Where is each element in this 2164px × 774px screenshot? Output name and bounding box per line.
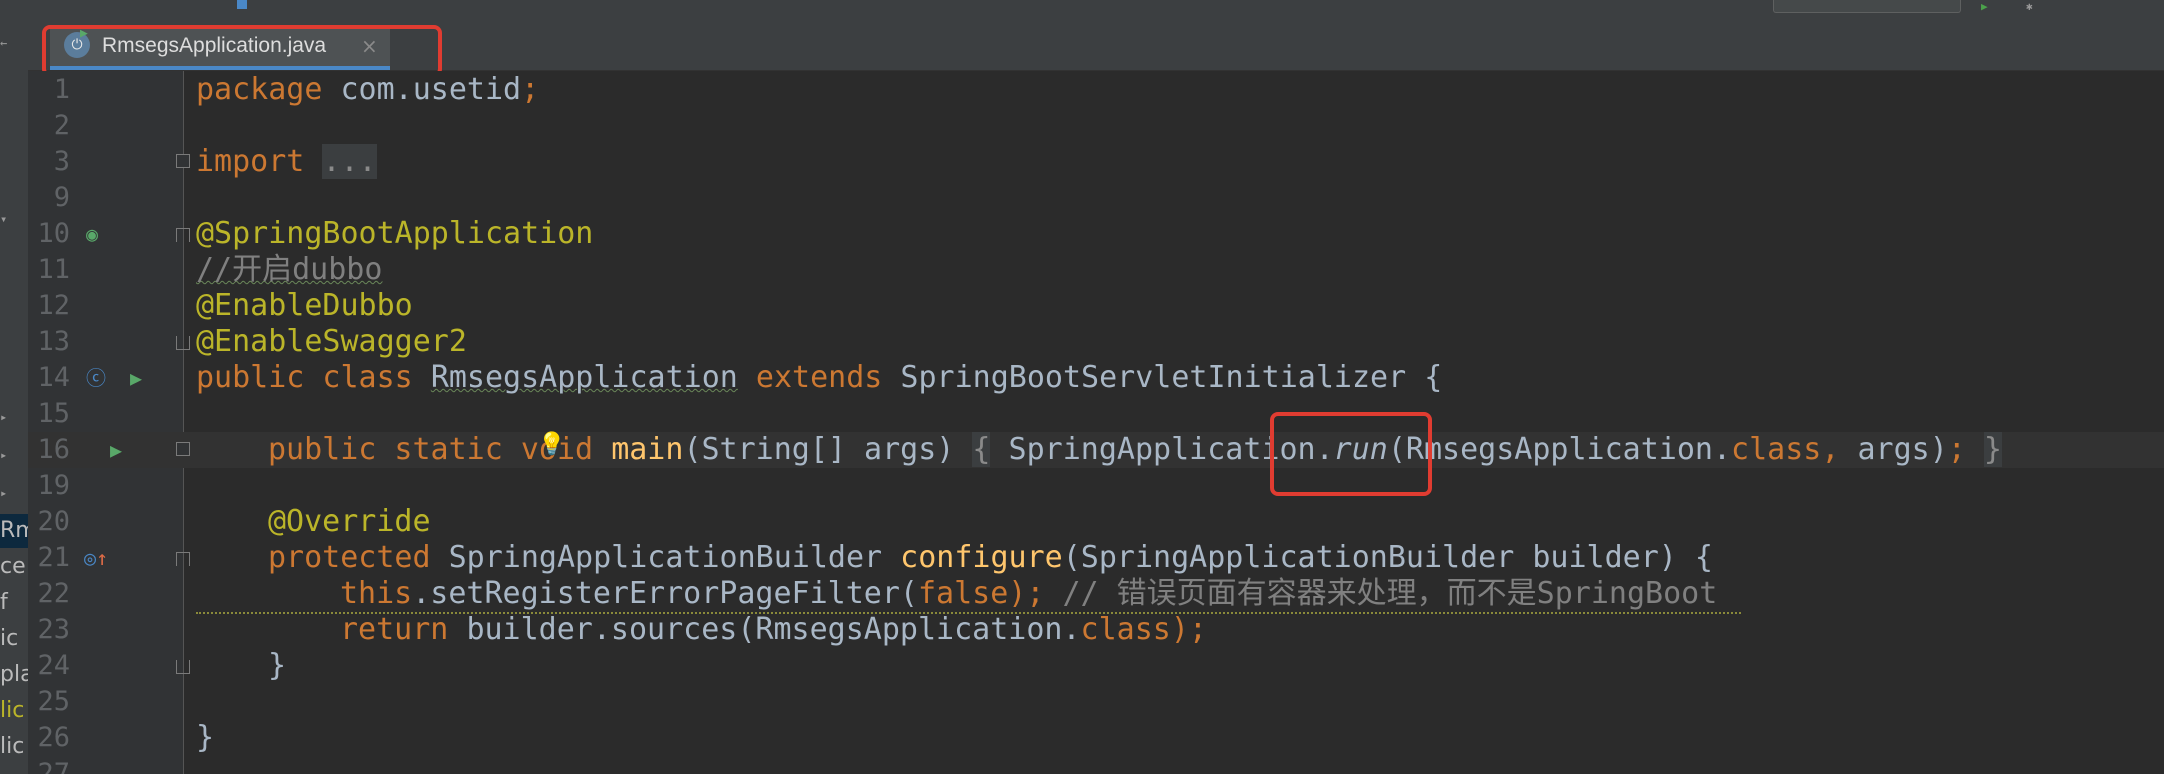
project-tree-item[interactable]: pla (0, 658, 28, 692)
line-number: 3 (53, 146, 70, 177)
code-line: 20 @Override (28, 504, 2164, 540)
code-line: 3 import ... (28, 144, 2164, 180)
tree-arrow-icon[interactable]: ▸ (0, 448, 10, 462)
code-line: 21 ◎↑ protected SpringApplicationBuilder… (28, 540, 2164, 576)
code-text: @Override (268, 504, 431, 539)
project-tree-item[interactable]: lic (0, 730, 28, 764)
run-arrow-icon[interactable]: ▶ (130, 366, 142, 390)
code-text: @EnableDubbo (196, 288, 413, 323)
highlight-box-tab (42, 25, 442, 77)
spring-class-icon[interactable]: ⓒ (86, 366, 106, 390)
code-text: return builder.sources(RmsegsApplication… (340, 612, 1207, 647)
fold-toggle-icon[interactable] (176, 660, 190, 674)
line-number: 25 (37, 686, 70, 717)
project-tree-item[interactable]: ic (0, 622, 28, 656)
line-number: 21 (37, 542, 70, 573)
fold-toggle-icon[interactable] (176, 442, 190, 456)
folded-imports[interactable]: ... (322, 144, 377, 179)
project-tree-item[interactable]: ce (0, 550, 28, 584)
line-number: 19 (37, 470, 70, 501)
code-text: } (268, 648, 287, 683)
code-editor[interactable]: 1 package com.usetid; 2 3 import ... 9 1… (28, 71, 2164, 774)
code-line: 14 ⓒ ▶ public class RmsegsApplication ex… (28, 360, 2164, 396)
toolbar: ▶ ✱ (0, 0, 2164, 23)
code-line: 10 ◉ @SpringBootApplication (28, 216, 2164, 252)
code-text: } (196, 720, 215, 755)
code-text: import ... (196, 144, 377, 179)
code-line: 25 (28, 684, 2164, 720)
code-text: public class RmsegsApplication extends S… (196, 360, 1443, 395)
code-line: 27 (28, 756, 2164, 774)
collapse-arrow-icon[interactable]: ← (0, 36, 10, 50)
code-line: 15 (28, 396, 2164, 432)
line-number: 9 (53, 182, 70, 213)
fold-toggle-icon[interactable] (176, 552, 190, 566)
line-number: 23 (37, 614, 70, 645)
line-number: 10 (37, 218, 70, 249)
project-tree-item[interactable]: f (0, 586, 28, 620)
line-number: 13 (37, 326, 70, 357)
toolbar-marker (237, 0, 247, 9)
line-number: 14 (37, 362, 70, 393)
line-number: 1 (53, 74, 70, 105)
code-line: 23 return builder.sources(RmsegsApplicat… (28, 612, 2164, 648)
tree-arrow-icon[interactable]: ▸ (0, 486, 10, 500)
code-comment: //开启dubbo (196, 252, 383, 287)
debug-icon[interactable]: ✱ (2026, 0, 2033, 13)
run-arrow-icon[interactable]: ▶ (110, 438, 122, 462)
lightbulb-icon[interactable]: 💡 (538, 432, 565, 457)
code-line: 22 this.setRegisterErrorPageFilter(false… (28, 576, 2164, 614)
highlight-box-run-call (1270, 412, 1432, 496)
code-line: 9 (28, 180, 2164, 216)
fold-toggle-icon[interactable] (176, 228, 190, 242)
fold-toggle-icon[interactable] (176, 154, 190, 168)
code-text: package com.usetid; (196, 72, 540, 107)
line-number: 22 (37, 578, 70, 609)
code-line-current: 16 ▶ public static void main(String[] ar… (28, 432, 2164, 468)
code-line: 24 } (28, 648, 2164, 684)
line-number: 12 (37, 290, 70, 321)
code-line: 2 (28, 108, 2164, 144)
code-line: 26 } (28, 720, 2164, 756)
line-number: 27 (37, 758, 70, 774)
code-line: 11 //开启dubbo (28, 252, 2164, 288)
line-number: 26 (37, 722, 70, 753)
project-panel-strip: ← ▾ ▸ ▸ ▸ Rm ce f ic pla lic lic (0, 22, 29, 774)
tree-arrow-icon[interactable]: ▸ (0, 410, 10, 424)
code-text: protected SpringApplicationBuilder confi… (268, 540, 1713, 575)
code-line: 12 @EnableDubbo (28, 288, 2164, 324)
run-icon[interactable]: ▶ (1981, 0, 1988, 13)
fold-toggle-icon[interactable] (176, 336, 190, 350)
spring-bean-search-icon[interactable]: ◉ (86, 222, 98, 246)
line-number: 16 (37, 434, 70, 465)
code-line: 1 package com.usetid; (28, 72, 2164, 108)
line-number: 20 (37, 506, 70, 537)
code-line: 19 (28, 468, 2164, 504)
line-number: 2 (53, 110, 70, 141)
override-method-icon[interactable]: ◎↑ (84, 546, 108, 570)
line-number: 24 (37, 650, 70, 681)
code-text: this.setRegisterErrorPageFilter(false); … (340, 576, 1718, 611)
line-number: 11 (37, 254, 70, 285)
project-tree-item[interactable]: Rm (0, 514, 28, 548)
code-text: public static void main(String[] args) {… (268, 432, 2002, 467)
expand-arrow-icon[interactable]: ▾ (0, 212, 10, 226)
code-text: @EnableSwagger2 (196, 324, 467, 359)
line-number: 15 (37, 398, 70, 429)
code-line: 13 @EnableSwagger2 (28, 324, 2164, 360)
project-tree-item[interactable]: lic (0, 694, 28, 728)
code-text: @SpringBootApplication (196, 216, 594, 251)
toolbar-search-input[interactable] (1773, 0, 1961, 13)
